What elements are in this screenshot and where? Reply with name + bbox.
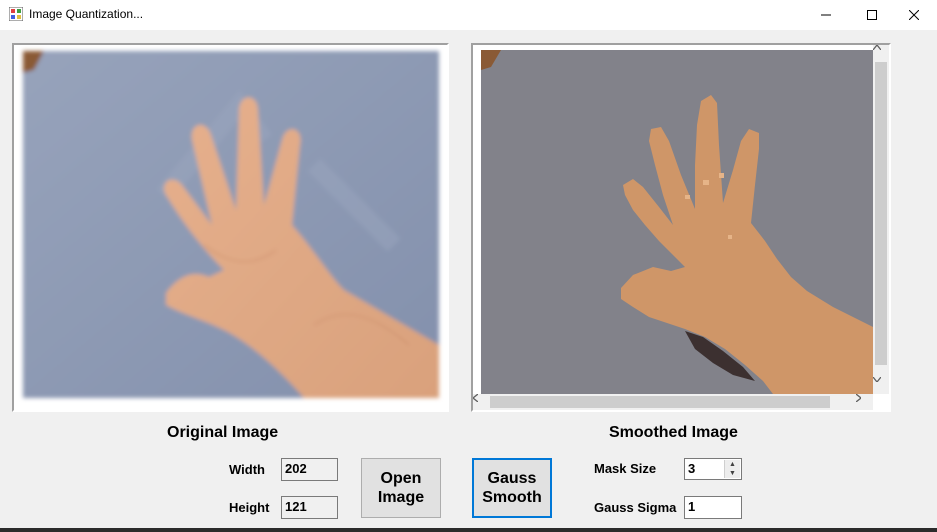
maximize-icon bbox=[867, 10, 877, 20]
close-icon bbox=[909, 10, 919, 20]
width-label: Width bbox=[229, 462, 265, 477]
title-bar: Image Quantization... bbox=[0, 0, 937, 30]
chevron-right-icon[interactable] bbox=[856, 394, 871, 409]
original-image-caption: Original Image bbox=[167, 424, 279, 441]
chevron-down-icon[interactable] bbox=[873, 377, 888, 392]
original-image bbox=[14, 45, 447, 410]
mask-size-label: Mask Size bbox=[594, 461, 657, 476]
height-label: Height bbox=[229, 500, 270, 515]
app-window: Image Quantization... Original Image Smo… bbox=[0, 0, 937, 532]
horizontal-scroll-thumb[interactable] bbox=[490, 396, 830, 408]
open-image-button[interactable]: Open Image bbox=[361, 458, 441, 518]
window-title: Image Quantization... bbox=[29, 7, 144, 21]
original-image-box bbox=[12, 43, 449, 412]
app-icon bbox=[8, 6, 24, 22]
mask-size-stepper[interactable]: 3 ▲ ▼ bbox=[684, 458, 742, 480]
mask-size-value: 3 bbox=[688, 461, 696, 476]
width-field[interactable]: 202 bbox=[281, 458, 338, 481]
smoothed-image-box bbox=[471, 43, 891, 412]
gauss-sigma-label: Gauss Sigma bbox=[594, 500, 677, 515]
spin-up-icon[interactable]: ▲ bbox=[725, 460, 740, 469]
chevron-left-icon[interactable] bbox=[473, 394, 488, 409]
smoothed-image bbox=[473, 45, 873, 394]
height-field[interactable]: 121 bbox=[281, 496, 338, 519]
maximize-button[interactable] bbox=[849, 0, 895, 30]
minimize-button[interactable] bbox=[803, 0, 849, 30]
smoothed-image-caption: Smoothed Image bbox=[609, 424, 738, 441]
vertical-scrollbar[interactable] bbox=[873, 45, 889, 394]
horizontal-scrollbar[interactable] bbox=[473, 394, 873, 410]
vertical-scroll-thumb[interactable] bbox=[875, 62, 887, 365]
spin-down-icon[interactable]: ▼ bbox=[725, 469, 740, 478]
mask-size-spin[interactable]: ▲ ▼ bbox=[724, 460, 740, 478]
chevron-up-icon[interactable] bbox=[873, 45, 888, 60]
gauss-smooth-button[interactable]: Gauss Smooth bbox=[472, 458, 552, 518]
close-button[interactable] bbox=[891, 0, 937, 30]
minimize-icon bbox=[821, 14, 831, 16]
bottom-edge bbox=[0, 528, 937, 532]
gauss-sigma-field[interactable]: 1 bbox=[684, 496, 742, 519]
